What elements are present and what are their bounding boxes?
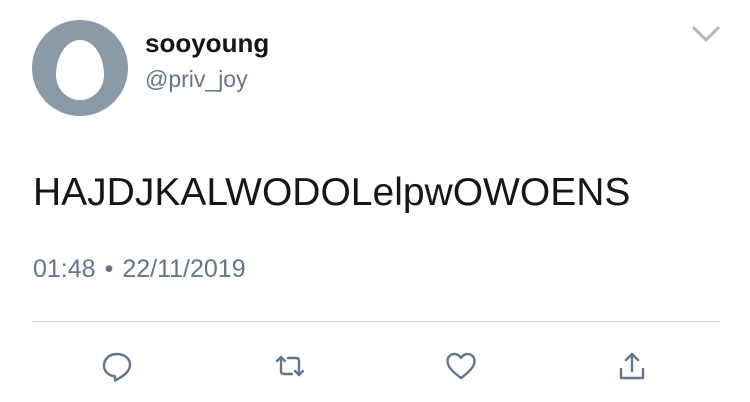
tweet-card: sooyoung @priv_joy HAJDJKALWODOLelpwOWOE…	[0, 0, 750, 402]
heart-icon	[446, 352, 476, 380]
chevron-down-icon[interactable]	[690, 22, 722, 46]
egg-icon	[56, 40, 104, 100]
user-handle[interactable]: @priv_joy	[145, 64, 248, 94]
tweet-time: 01:48	[33, 255, 96, 283]
reply-button[interactable]	[97, 346, 137, 386]
avatar[interactable]	[32, 20, 128, 116]
display-name[interactable]: sooyoung	[145, 27, 269, 59]
share-button[interactable]	[612, 346, 652, 386]
tweet-text: HAJDJKALWODOLelpwOWOENS	[33, 171, 631, 214]
divider	[32, 321, 720, 322]
tweet-date: 22/11/2019	[122, 255, 246, 283]
retweet-button[interactable]	[270, 346, 310, 386]
share-icon	[619, 352, 645, 380]
retweet-icon	[275, 355, 305, 377]
reply-icon	[102, 352, 132, 382]
meta-separator: •	[104, 255, 114, 283]
tweet-timestamp[interactable]: 01:48 • 22/11/2019	[33, 253, 246, 285]
like-button[interactable]	[441, 346, 481, 386]
